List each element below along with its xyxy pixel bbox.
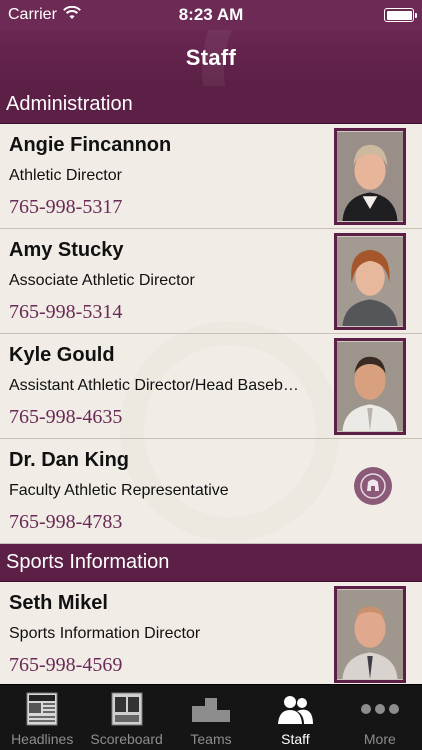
staff-photo [334,233,406,330]
staff-name: Amy Stucky [9,239,124,261]
staff-list[interactable]: Administration Angie Fincannon Athletic … [0,86,422,684]
staff-title: Assistant Athletic Director/Head Baseb… [9,377,299,394]
staff-name: Angie Fincannon [9,134,172,156]
staff-row[interactable]: Dr. Dan King Faculty Athletic Representa… [0,439,422,544]
tab-scoreboard[interactable]: Scoreboard [84,685,168,750]
podium-icon [189,689,233,729]
scoreboard-icon [105,689,149,729]
tab-teams[interactable]: Teams [169,685,253,750]
staff-phone-link[interactable]: 765-998-4783 [9,511,122,534]
tab-label: Staff [281,731,310,747]
tab-label: More [363,731,396,747]
battery-icon [384,8,417,22]
staff-phone-link[interactable]: 765-998-5317 [9,196,122,219]
status-left: Carrier [8,5,81,25]
staff-photo [334,338,406,435]
staff-phone-link[interactable]: 765-998-5314 [9,301,122,324]
staff-name: Seth Mikel [9,592,108,614]
section-header-administration: Administration [0,86,422,124]
staff-title: Associate Athletic Director [9,272,195,289]
staff-photo [334,586,406,683]
page-title: Staff [185,45,237,70]
staff-photo [334,128,406,225]
staff-title: Faculty Athletic Representative [9,482,229,499]
status-bar: Carrier 8:23 AM [0,0,422,30]
staff-phone-link[interactable]: 765-998-4569 [9,654,122,677]
tab-bar: Headlines Scoreboard Teams Staff More [0,684,422,750]
people-icon [273,689,317,729]
staff-title: Athletic Director [9,167,122,184]
carrier-label: Carrier [8,6,57,23]
tab-more[interactable]: More [338,685,422,750]
tab-headlines[interactable]: Headlines [0,685,84,750]
tab-staff[interactable]: Staff [253,685,337,750]
newspaper-icon [20,689,64,729]
staff-name: Dr. Dan King [9,449,130,471]
staff-row[interactable]: Seth Mikel Sports Information Director 7… [0,582,422,684]
tab-label: Teams [190,731,232,747]
trojan-logo-icon [354,467,392,505]
navigation-bar: Staff [0,30,422,86]
staff-row[interactable]: Angie Fincannon Athletic Director 765-99… [0,124,422,229]
staff-row[interactable]: Amy Stucky Associate Athletic Director 7… [0,229,422,334]
staff-row[interactable]: Kyle Gould Assistant Athletic Director/H… [0,334,422,439]
more-dots-icon [358,689,402,729]
wifi-icon [62,5,81,25]
tab-label: Scoreboard [90,731,163,747]
section-header-sports-information: Sports Information [0,544,422,582]
tab-label: Headlines [11,731,74,747]
staff-title: Sports Information Director [9,625,201,642]
staff-name: Kyle Gould [9,344,115,366]
staff-phone-link[interactable]: 765-998-4635 [9,406,122,429]
